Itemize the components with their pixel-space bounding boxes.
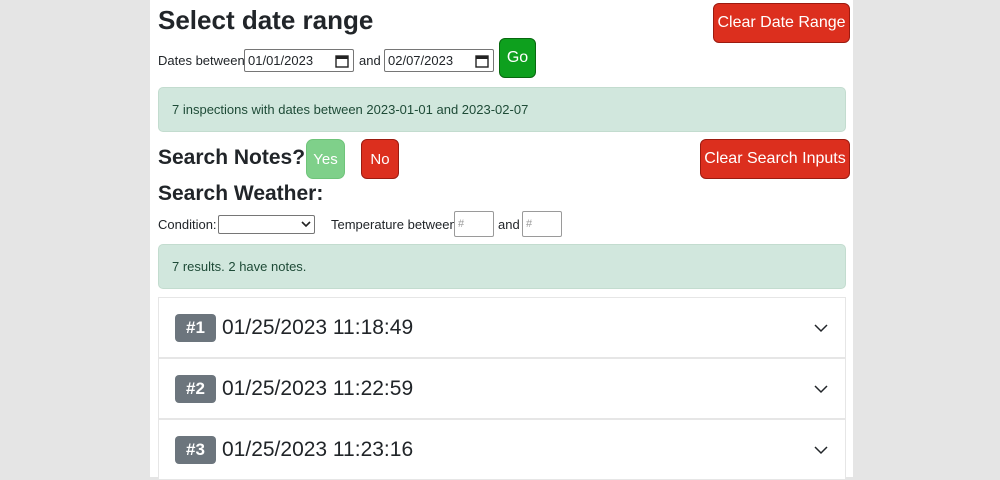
clear-date-range-button[interactable]: Clear Date Range [713, 3, 850, 43]
temperature-min-placeholder: # [458, 218, 465, 230]
inspection-item[interactable]: #1 01/25/2023 11:18:49 [158, 297, 846, 358]
temperature-max-placeholder: # [526, 218, 533, 230]
inspection-datetime: 01/25/2023 11:18:49 [222, 315, 414, 339]
end-date-input[interactable]: 02/07/2023 [384, 49, 494, 72]
inspection-item[interactable]: #3 01/25/2023 11:23:16 [158, 419, 846, 480]
date-range-result-alert: 7 inspections with dates between 2023-01… [158, 87, 846, 132]
temperature-and-label: and [498, 217, 520, 232]
date-range-result-text: 7 inspections with dates between 2023-01… [172, 102, 529, 117]
select-arrow-icon [301, 221, 311, 228]
search-result-alert: 7 results. 2 have notes. [158, 244, 846, 289]
notes-no-button[interactable]: No [361, 139, 399, 179]
go-button[interactable]: Go [499, 38, 536, 78]
search-notes-label: Search Notes? [158, 146, 306, 169]
inspection-badge: #3 [175, 435, 216, 464]
inspection-datetime: 01/25/2023 11:23:16 [222, 437, 414, 461]
chevron-down-icon[interactable] [813, 320, 829, 336]
chevron-down-icon[interactable] [813, 442, 829, 458]
condition-label: Condition: [158, 217, 217, 232]
chevron-down-icon[interactable] [813, 381, 829, 397]
date-range-title: Select date range [158, 5, 374, 35]
temperature-label: Temperature between [331, 217, 457, 232]
and-label: and [359, 53, 381, 68]
start-date-value: 01/01/2023 [248, 53, 314, 68]
calendar-icon[interactable] [475, 54, 489, 68]
inspection-badge: #1 [175, 313, 216, 342]
notes-yes-button[interactable]: Yes [306, 139, 345, 179]
search-weather-label: Search Weather: [158, 182, 324, 205]
search-result-text: 7 results. 2 have notes. [172, 259, 307, 274]
inspection-datetime: 01/25/2023 11:22:59 [222, 376, 414, 400]
start-date-input[interactable]: 01/01/2023 [244, 49, 354, 72]
main-container: Select date range Clear Date Range Dates… [150, 0, 853, 480]
end-date-value: 02/07/2023 [388, 53, 454, 68]
inspection-item[interactable]: #2 01/25/2023 11:22:59 [158, 358, 846, 419]
condition-select[interactable] [218, 215, 315, 234]
temperature-max-input[interactable]: # [522, 211, 562, 237]
inspection-badge: #2 [175, 374, 216, 403]
dates-between-label: Dates between [158, 53, 245, 68]
clear-search-inputs-button[interactable]: Clear Search Inputs [700, 139, 850, 179]
calendar-icon[interactable] [335, 54, 349, 68]
temperature-min-input[interactable]: # [454, 211, 494, 237]
